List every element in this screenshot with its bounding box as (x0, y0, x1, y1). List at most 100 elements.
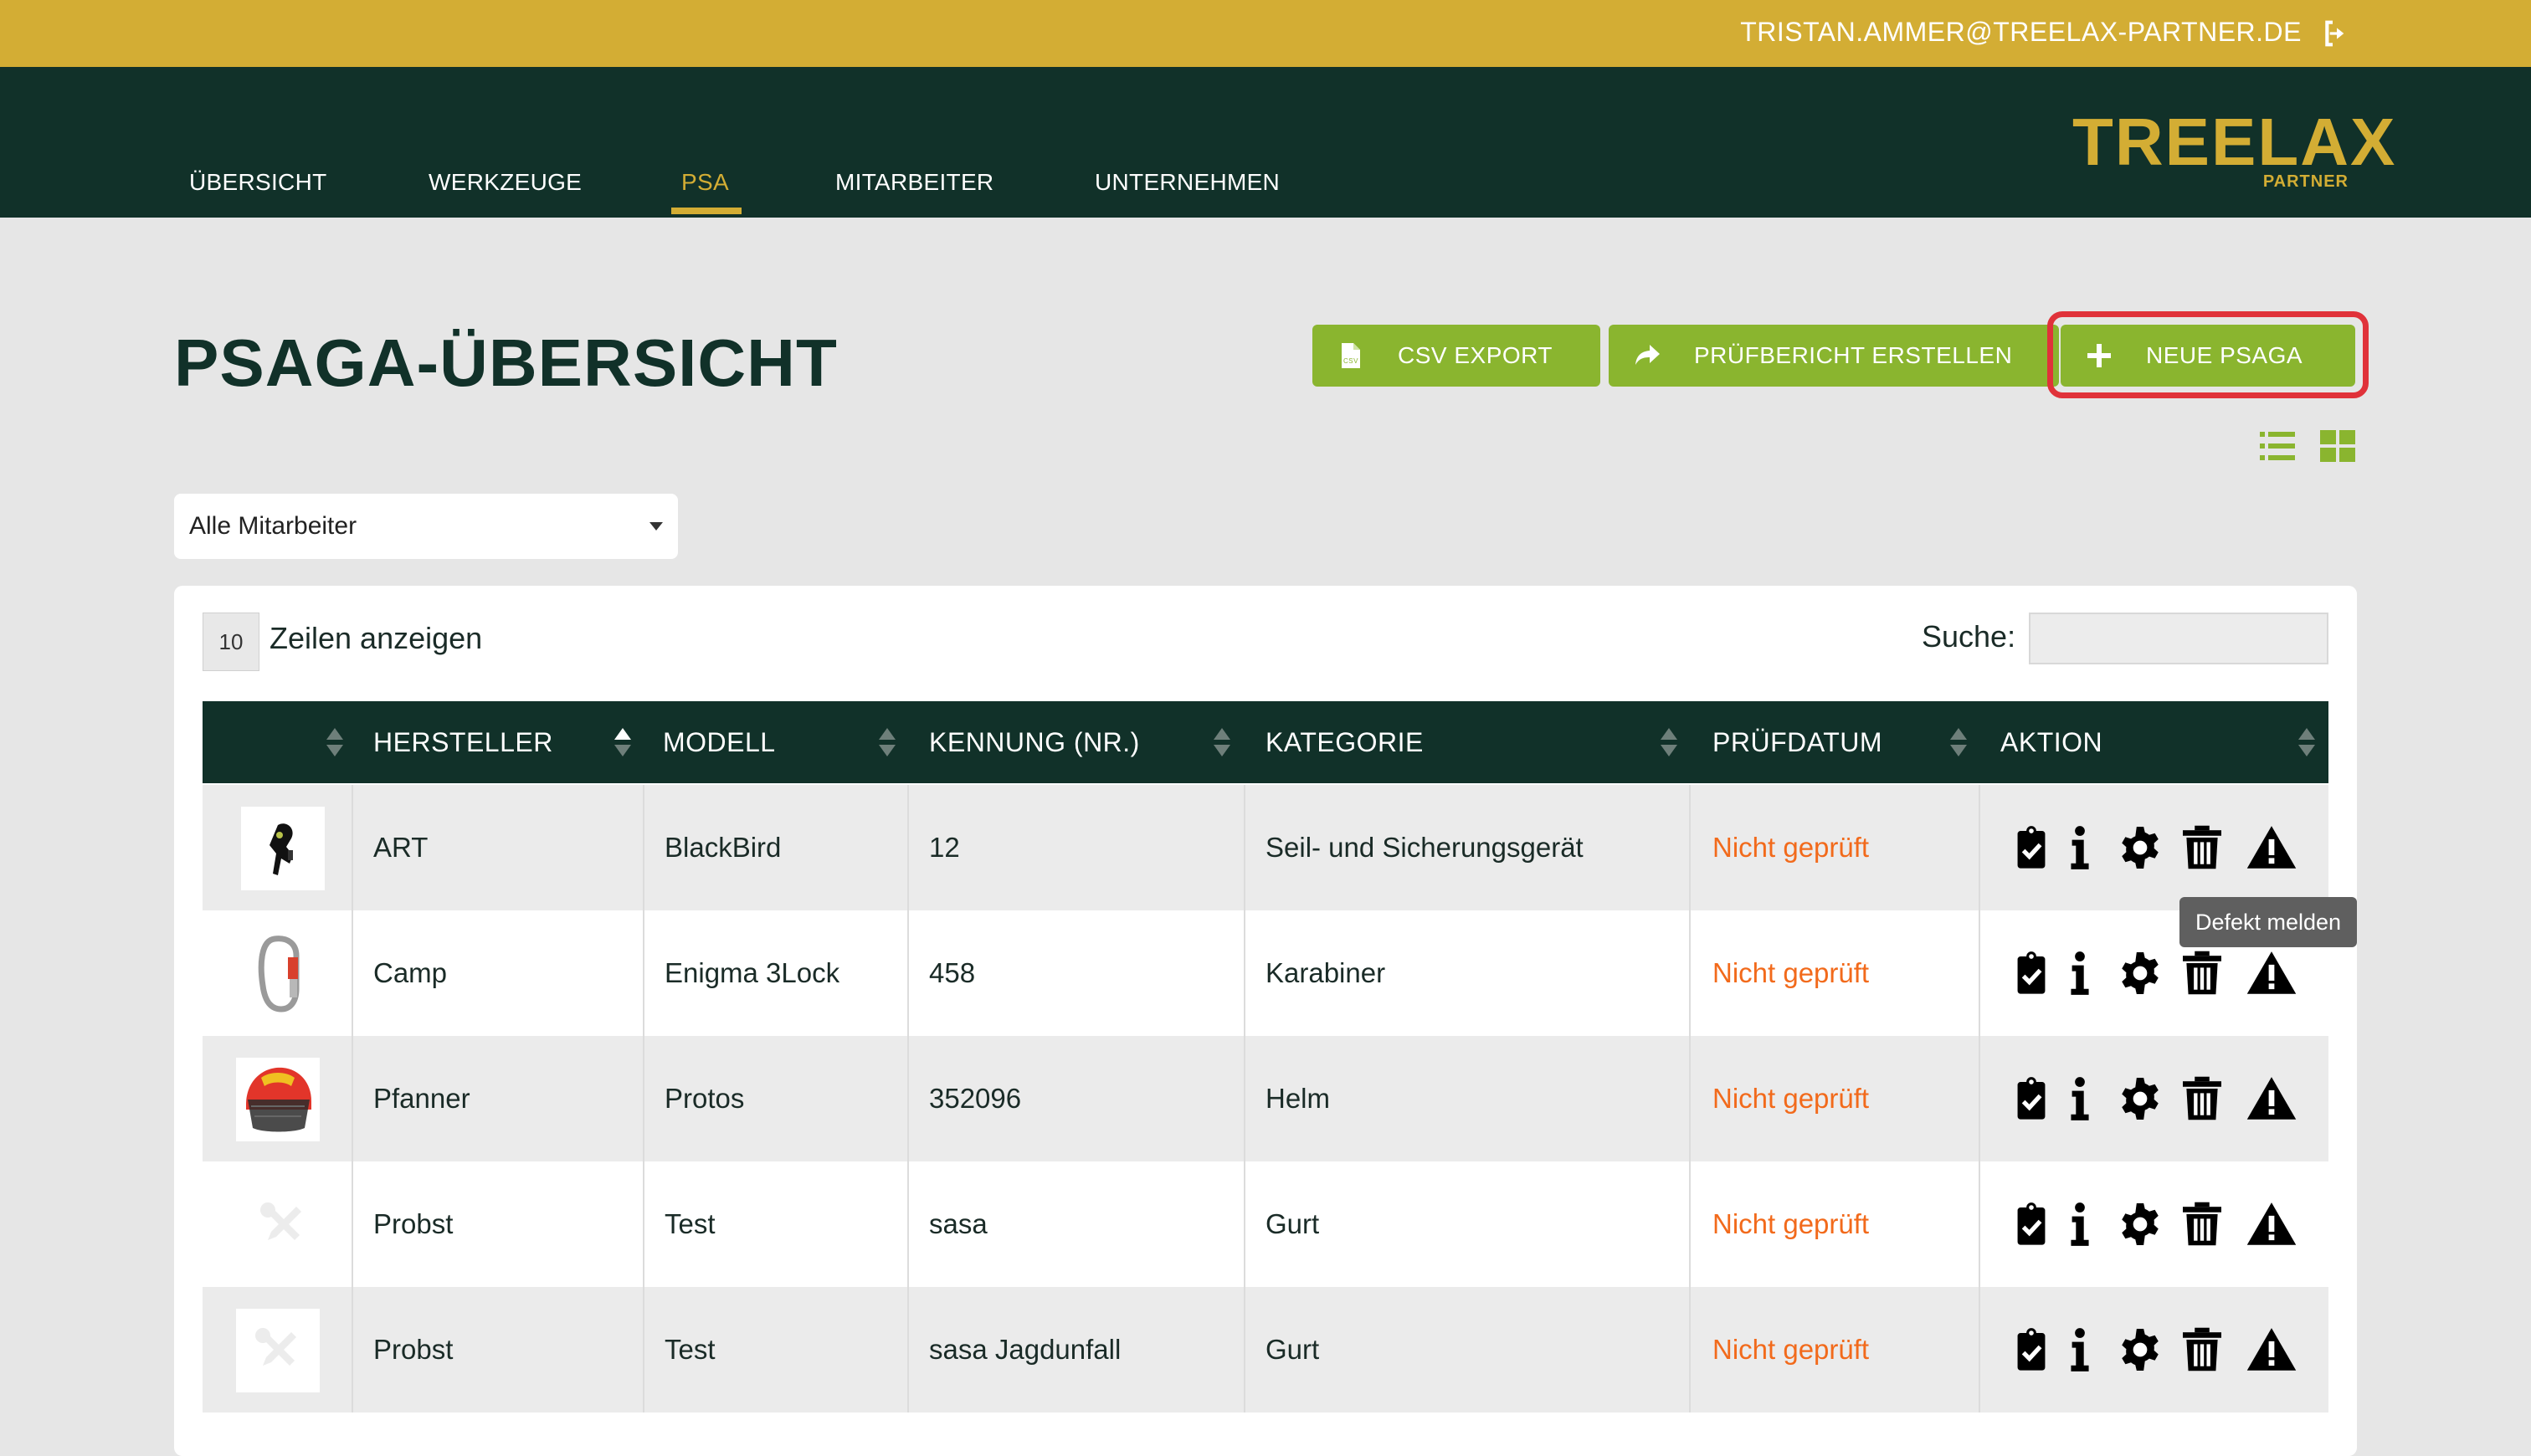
cell-kennung: 12 (929, 832, 960, 863)
search-input[interactable] (2029, 613, 2328, 664)
column-header-image[interactable] (203, 701, 352, 783)
cell-kennung: 352096 (929, 1083, 1022, 1114)
rows-per-page-select[interactable]: 10 (203, 613, 259, 671)
inspection-clipboard-icon[interactable] (2010, 951, 2052, 996)
highlight-box (2047, 311, 2369, 398)
warning-icon[interactable] (2246, 1202, 2297, 1247)
column-divider (1244, 785, 1245, 910)
nav-item-mitarbeiter[interactable]: MITARBEITER (835, 169, 993, 196)
inspection-clipboard-icon[interactable] (2010, 1076, 2052, 1121)
column-divider (1689, 785, 1691, 910)
inspection-clipboard-icon[interactable] (2010, 825, 2052, 870)
column-divider (1244, 1036, 1245, 1161)
column-divider (352, 910, 353, 1036)
column-header-modell[interactable]: MODELL (663, 701, 914, 783)
cell-pruefdatum: Nicht geprüft (1712, 1208, 1870, 1239)
nav-item-psa[interactable]: PSA (681, 169, 729, 196)
info-icon[interactable] (2067, 825, 2092, 870)
cell-kategorie: Gurt (1266, 1334, 1320, 1365)
sort-icon[interactable] (2297, 726, 2317, 758)
cell-pruefdatum: Nicht geprüft (1712, 957, 1870, 988)
warning-icon[interactable] (2246, 825, 2297, 870)
gear-icon[interactable] (2119, 951, 2161, 996)
column-header-kennung[interactable]: KENNUNG (NR.) (929, 701, 1230, 783)
share-arrow-icon (1632, 341, 1662, 371)
table-row[interactable]: Pfanner Protos 352096 Helm Nicht geprüft (203, 1036, 2328, 1161)
grid-view-icon[interactable] (2320, 428, 2355, 464)
item-thumbnail[interactable] (241, 807, 325, 890)
user-email[interactable]: TRISTAN.AMMER@TREELAX-PARTNER.DE (1740, 17, 2302, 48)
info-icon[interactable] (2067, 1076, 2092, 1121)
search-label: Suche: (1922, 619, 2016, 654)
list-view-icon[interactable] (2260, 428, 2295, 464)
gear-icon[interactable] (2119, 1076, 2161, 1121)
inspection-clipboard-icon[interactable] (2010, 1327, 2052, 1372)
column-divider (352, 1036, 353, 1161)
info-icon[interactable] (2067, 1202, 2092, 1247)
inspection-clipboard-icon[interactable] (2010, 1202, 2052, 1247)
column-header-hersteller-label: HERSTELLER (373, 726, 553, 757)
sort-icon[interactable] (877, 726, 897, 758)
warning-icon[interactable] (2246, 1076, 2297, 1121)
info-icon[interactable] (2067, 1327, 2092, 1372)
item-thumbnail[interactable] (236, 1058, 320, 1141)
column-header-aktion[interactable]: AKTION (2000, 701, 2251, 783)
trash-icon[interactable] (2183, 825, 2221, 870)
cell-pruefdatum: Nicht geprüft (1712, 1334, 1870, 1365)
item-thumbnail[interactable] (241, 1183, 325, 1267)
cell-kategorie: Helm (1266, 1083, 1331, 1114)
column-divider (643, 910, 644, 1036)
csv-file-icon: CSV (1336, 341, 1366, 371)
column-header-aktion-label: AKTION (2000, 726, 2103, 757)
gear-icon[interactable] (2119, 1202, 2161, 1247)
cell-hersteller: Camp (373, 957, 448, 988)
cell-kategorie: Gurt (1266, 1208, 1320, 1239)
logo-wordmark: TREELAX (2072, 105, 2397, 179)
column-divider (907, 1161, 909, 1287)
table-row[interactable]: Probst Test sasa Gurt Nicht geprüft (203, 1161, 2328, 1287)
info-icon[interactable] (2067, 951, 2092, 996)
treelax-logo[interactable]: TREELAX PARTNER (2072, 104, 2395, 196)
cell-hersteller: ART (373, 832, 429, 863)
table-row[interactable]: Camp Enigma 3Lock 458 Karabiner Nicht ge… (203, 910, 2328, 1036)
column-divider (352, 1161, 353, 1287)
warning-icon[interactable] (2246, 951, 2297, 996)
create-report-label: PRÜFBERICHT ERSTELLEN (1694, 342, 2013, 368)
column-header-hersteller[interactable]: HERSTELLER (373, 701, 649, 783)
nav-item-werkzeuge[interactable]: WERKZEUGE (429, 169, 582, 196)
column-divider (1979, 1287, 1980, 1412)
table-row[interactable]: ART BlackBird 12 Seil- und Sicherungsger… (203, 785, 2328, 910)
sort-asc-icon[interactable] (613, 726, 633, 758)
column-divider (643, 785, 644, 910)
column-divider (1689, 1287, 1691, 1412)
sort-icon[interactable] (1212, 726, 1232, 758)
trash-icon[interactable] (2183, 1202, 2221, 1247)
csv-export-button[interactable]: CSV CSV EXPORT (1312, 325, 1600, 387)
create-report-button[interactable]: PRÜFBERICHT ERSTELLEN (1609, 325, 2059, 387)
nav-item-unternehmen[interactable]: UNTERNEHMEN (1095, 169, 1280, 196)
cell-hersteller: Probst (373, 1334, 454, 1365)
item-thumbnail[interactable] (241, 932, 325, 1016)
trash-icon[interactable] (2183, 1076, 2221, 1121)
column-header-kategorie[interactable]: KATEGORIE (1266, 701, 1667, 783)
trash-icon[interactable] (2183, 951, 2221, 996)
gear-icon[interactable] (2119, 1327, 2161, 1372)
employee-filter-select[interactable]: Alle Mitarbeiter (174, 494, 678, 559)
gear-icon[interactable] (2119, 825, 2161, 870)
table-row[interactable]: Probst Test sasa Jagdunfall Gurt Nicht g… (203, 1287, 2328, 1412)
column-header-pruefdatum[interactable]: PRÜFDATUM (1712, 701, 1964, 783)
cell-modell: Test (665, 1334, 716, 1365)
column-divider (1979, 910, 1980, 1036)
warning-icon[interactable] (2246, 1327, 2297, 1372)
svg-text:CSV: CSV (1343, 357, 1358, 365)
column-header-kennung-label: KENNUNG (NR.) (929, 726, 1140, 757)
trash-icon[interactable] (2183, 1327, 2221, 1372)
sort-icon[interactable] (1659, 726, 1679, 758)
nav-active-indicator (671, 208, 742, 214)
sort-icon[interactable] (1948, 726, 1969, 758)
column-divider (907, 1036, 909, 1161)
nav-item-uebersicht[interactable]: ÜBERSICHT (189, 169, 327, 196)
cell-modell: BlackBird (665, 832, 782, 863)
item-thumbnail[interactable] (236, 1309, 320, 1392)
logout-icon[interactable] (2320, 17, 2354, 50)
